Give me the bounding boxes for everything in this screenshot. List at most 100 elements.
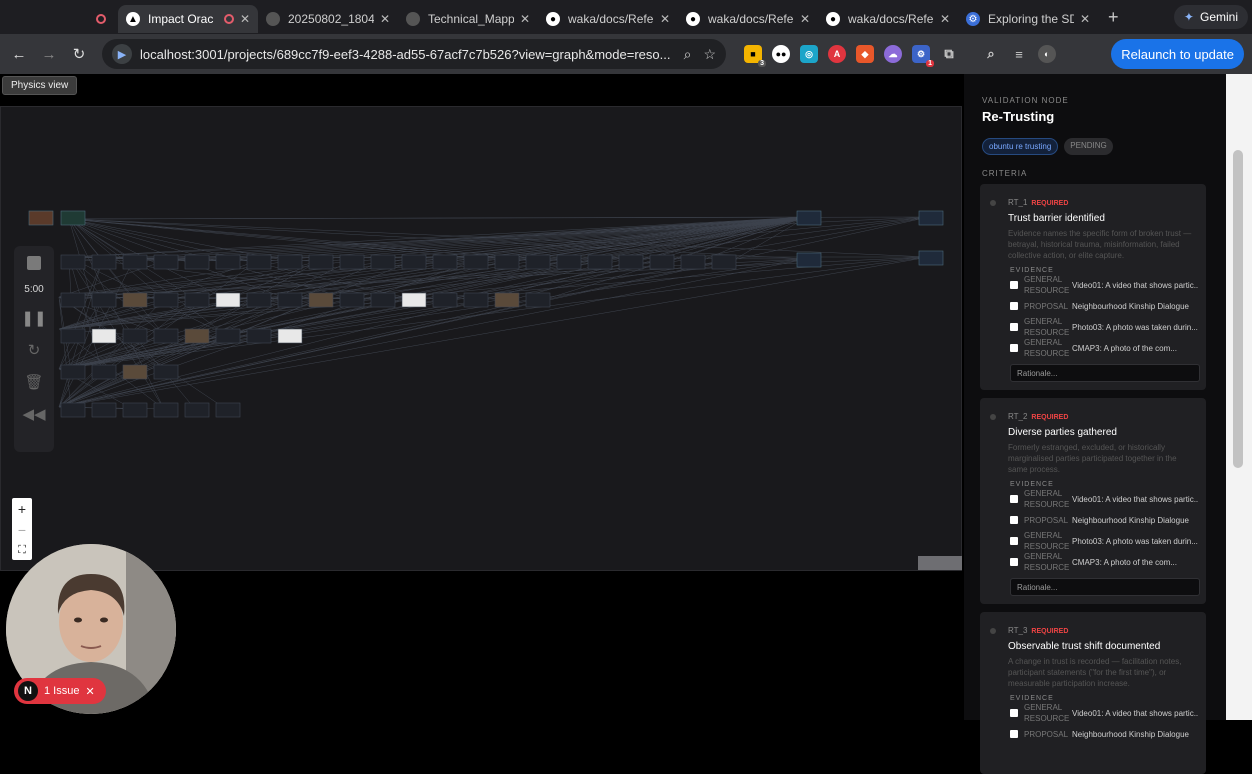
- graph-node[interactable]: [797, 253, 821, 267]
- new-tab-button[interactable]: +: [1108, 7, 1119, 28]
- graph-node[interactable]: [464, 255, 488, 269]
- graph-node[interactable]: [92, 329, 116, 343]
- graph-node[interactable]: [185, 293, 209, 307]
- graph-node[interactable]: [123, 403, 147, 417]
- close-icon[interactable]: ✕: [240, 12, 250, 26]
- adblock-icon[interactable]: A: [828, 45, 846, 63]
- evidence-checkbox[interactable]: [1010, 495, 1018, 503]
- graph-node[interactable]: [154, 255, 178, 269]
- evidence-checkbox[interactable]: [1010, 516, 1018, 524]
- tab-search-icon[interactable]: ⌕: [982, 45, 1000, 63]
- graph-node[interactable]: [123, 293, 147, 307]
- gemini-button[interactable]: ✦ Gemini: [1174, 5, 1248, 29]
- evidence-checkbox[interactable]: [1010, 281, 1018, 289]
- evidence-row[interactable]: GENERAL RESOURCE Photo03: A photo was tak…: [1010, 317, 1198, 337]
- media-icon[interactable]: ≡: [1010, 45, 1028, 63]
- evidence-row[interactable]: GENERAL RESOURCE Video01: A video that sh…: [1010, 703, 1198, 723]
- evidence-row[interactable]: GENERAL RESOURCE CMAP3: A photo of the co…: [1010, 338, 1198, 358]
- restart-icon[interactable]: ↻: [28, 341, 41, 359]
- evidence-row[interactable]: GENERAL RESOURCE Video01: A video that sh…: [1010, 275, 1198, 295]
- graph-node[interactable]: [216, 293, 240, 307]
- graph-node[interactable]: [371, 293, 395, 307]
- graph-node[interactable]: [154, 403, 178, 417]
- tab-3[interactable]: Technical_Mapp ✕: [398, 5, 538, 33]
- stop-icon[interactable]: [27, 256, 41, 270]
- graph-node[interactable]: [495, 255, 519, 269]
- graph-node[interactable]: [247, 293, 271, 307]
- extension-sticky-icon[interactable]: ■ 3: [744, 45, 762, 63]
- tab-2[interactable]: 20250802_1804 ✕: [258, 5, 398, 33]
- relaunch-button[interactable]: Relaunch to update: [1111, 39, 1244, 69]
- graph-node[interactable]: [61, 365, 85, 379]
- close-icon[interactable]: ✕: [940, 12, 950, 26]
- evidence-row[interactable]: GENERAL RESOURCE Photo03: A photo was tak…: [1010, 531, 1198, 551]
- graph-node[interactable]: [797, 211, 821, 225]
- tab-5[interactable]: ● waka/docs/Refe ✕: [678, 5, 818, 33]
- graph-node[interactable]: [154, 329, 178, 343]
- address-bar[interactable]: ▶ localhost:3001/projects/689cc7f9-eef3-…: [102, 39, 726, 69]
- puzzle-icon[interactable]: ⧉: [940, 45, 958, 63]
- rewind-icon[interactable]: ◀◀: [22, 405, 45, 423]
- graph-node[interactable]: [216, 403, 240, 417]
- evidence-checkbox[interactable]: [1010, 344, 1018, 352]
- graph-node[interactable]: [61, 211, 85, 225]
- graph-node[interactable]: [247, 255, 271, 269]
- graph-node[interactable]: [216, 255, 240, 269]
- graph-node[interactable]: [185, 255, 209, 269]
- graph-node[interactable]: [919, 211, 943, 225]
- graph-node[interactable]: [61, 329, 85, 343]
- url-text[interactable]: localhost:3001/projects/689cc7f9-eef3-42…: [140, 47, 672, 62]
- graph-node[interactable]: [402, 255, 426, 269]
- zoom-in-button[interactable]: +: [18, 501, 26, 517]
- graph-node[interactable]: [185, 403, 209, 417]
- issue-badge[interactable]: N 1 Issue ✕: [14, 678, 106, 704]
- graph-node[interactable]: [92, 365, 116, 379]
- evidence-row[interactable]: PROPOSAL Neighbourhood Kinship Dialogue: [1010, 510, 1198, 530]
- graph-node[interactable]: [371, 255, 395, 269]
- graph-node[interactable]: [650, 255, 674, 269]
- graph-node[interactable]: [185, 329, 209, 343]
- graph-node[interactable]: [154, 365, 178, 379]
- graph-node[interactable]: [919, 251, 943, 265]
- graph-canvas[interactable]: [0, 106, 962, 571]
- graph-node[interactable]: [526, 255, 550, 269]
- graph-node[interactable]: [712, 255, 736, 269]
- zoom-out-button[interactable]: −: [18, 522, 26, 538]
- graph-node[interactable]: [588, 255, 612, 269]
- evidence-row[interactable]: PROPOSAL Neighbourhood Kinship Dialogue: [1010, 724, 1198, 744]
- tab-impact-oracle[interactable]: ▲ Impact Orac ✕: [118, 5, 258, 33]
- close-icon[interactable]: ✕: [1080, 12, 1090, 26]
- pause-icon[interactable]: ❚❚: [21, 309, 46, 327]
- graph-node[interactable]: [123, 329, 147, 343]
- graph-node[interactable]: [123, 255, 147, 269]
- evidence-checkbox[interactable]: [1010, 709, 1018, 717]
- issue-label[interactable]: 1 Issue: [44, 685, 79, 697]
- graph-node[interactable]: [61, 403, 85, 417]
- graph-node[interactable]: [309, 255, 333, 269]
- graph-node[interactable]: [309, 293, 333, 307]
- graph-node[interactable]: [61, 293, 85, 307]
- graph-node[interactable]: [340, 293, 364, 307]
- close-icon[interactable]: ✕: [660, 12, 670, 26]
- graph-node[interactable]: [526, 293, 550, 307]
- graph-node[interactable]: [433, 293, 457, 307]
- graph-network[interactable]: [1, 107, 963, 572]
- extension-cloud-icon[interactable]: ☁: [884, 45, 902, 63]
- graph-node[interactable]: [29, 211, 53, 225]
- forward-arrow-icon[interactable]: →: [34, 46, 64, 63]
- tab-recording[interactable]: [84, 5, 118, 33]
- graph-node[interactable]: [278, 293, 302, 307]
- evidence-row[interactable]: GENERAL RESOURCE CMAP3: A photo of the co…: [1010, 552, 1198, 572]
- close-icon[interactable]: ✕: [800, 12, 810, 26]
- tab-7[interactable]: ⚙ Exploring the SD ✕: [958, 5, 1098, 33]
- extension-gear-icon[interactable]: ⚙ 1: [912, 45, 930, 63]
- reload-icon[interactable]: ↻: [64, 45, 94, 63]
- evidence-checkbox[interactable]: [1010, 302, 1018, 310]
- back-arrow-icon[interactable]: ←: [4, 46, 34, 63]
- minimap[interactable]: [918, 556, 962, 570]
- graph-node[interactable]: [278, 255, 302, 269]
- tag-chip[interactable]: obuntu re trusting: [982, 138, 1058, 155]
- graph-node[interactable]: [681, 255, 705, 269]
- graph-node[interactable]: [495, 293, 519, 307]
- evidence-checkbox[interactable]: [1010, 537, 1018, 545]
